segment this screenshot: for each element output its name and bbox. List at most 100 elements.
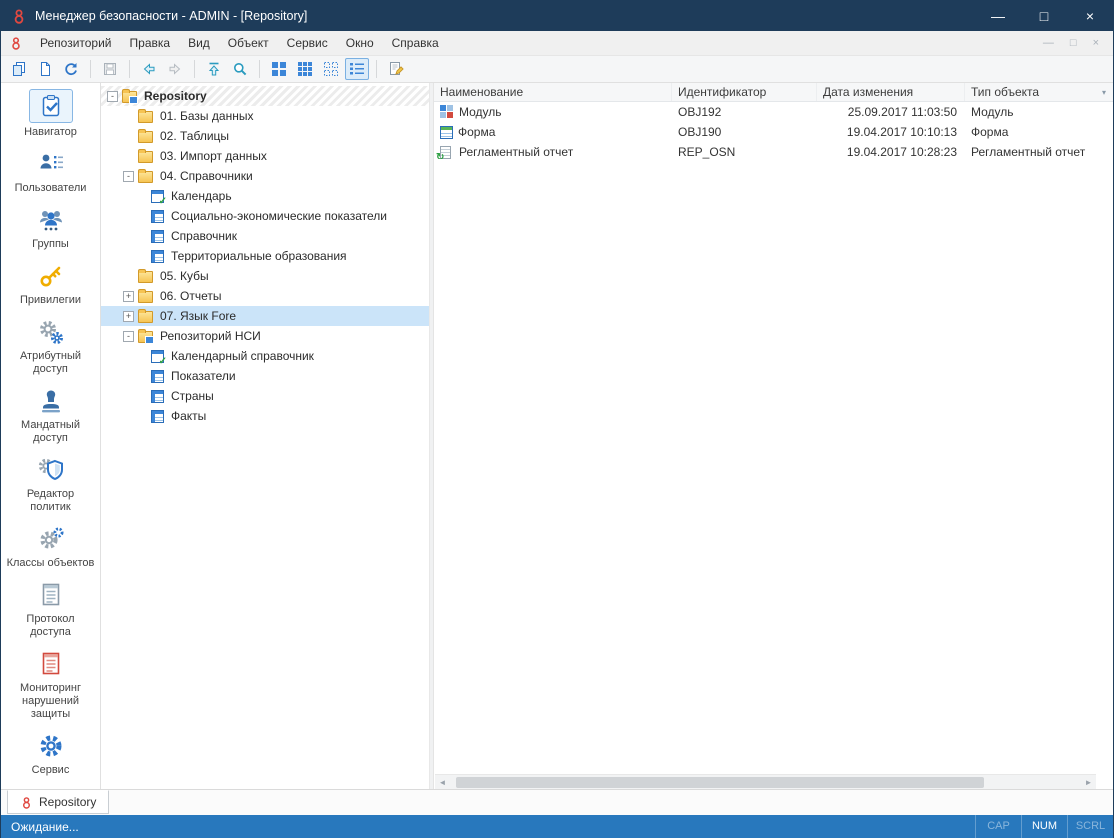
tree-item-indicators[interactable]: Показатели xyxy=(101,366,429,386)
tree-item-territorial-entities[interactable]: Территориальные образования xyxy=(101,246,429,266)
search-icon xyxy=(234,63,247,76)
cell-modified-date: 25.09.2017 11:03:50 xyxy=(847,105,957,119)
forward-button[interactable] xyxy=(163,58,187,80)
mdi-restore-button[interactable]: □ xyxy=(1070,37,1077,49)
tree-item-reports[interactable]: + 06. Отчеты xyxy=(101,286,429,306)
nsi-repository-icon xyxy=(138,329,154,344)
save-button[interactable] xyxy=(98,58,122,80)
scroll-right-icon[interactable]: ► xyxy=(1081,775,1096,790)
tree-item-calendar[interactable]: Календарь xyxy=(101,186,429,207)
tree-item-data-import[interactable]: 03. Импорт данных xyxy=(101,146,429,166)
collapse-icon[interactable]: - xyxy=(107,90,118,102)
sidebar-item-users[interactable]: Пользователи xyxy=(7,149,95,195)
folder-icon xyxy=(138,309,153,323)
sidebar-item-mandatory-access[interactable]: Мандатный доступ xyxy=(7,386,95,445)
large-icons-view-button[interactable] xyxy=(267,58,291,80)
tree-item-cubes[interactable]: 05. Кубы xyxy=(101,266,429,286)
menu-view[interactable]: Вид xyxy=(179,32,219,54)
collapse-icon[interactable]: - xyxy=(123,170,134,182)
collapse-icon[interactable]: - xyxy=(123,330,134,342)
column-header-name[interactable]: Наименование xyxy=(434,83,672,101)
scroll-left-icon[interactable]: ◄ xyxy=(435,775,450,790)
scrollbar-thumb[interactable] xyxy=(456,777,984,788)
table-row[interactable]: Регламентный отчет REP_OSN 19.04.2017 10… xyxy=(434,142,1113,162)
tree-item-fore-language[interactable]: + 07. Язык Fore xyxy=(101,306,429,326)
dictionary-icon xyxy=(151,369,164,383)
back-button[interactable] xyxy=(137,58,161,80)
sidebar-item-service[interactable]: Сервис xyxy=(7,731,95,777)
tree-item-label: Репозиторий НСИ xyxy=(160,329,261,343)
tree-item-facts[interactable]: Факты xyxy=(101,406,429,426)
menu-repository[interactable]: Репозиторий xyxy=(31,32,121,54)
tree-item-nsi-repository[interactable]: - Репозиторий НСИ xyxy=(101,326,429,346)
sidebar-item-policy-editor[interactable]: Редактор политик xyxy=(7,455,95,514)
sidebar-item-label: Классы объектов xyxy=(6,557,95,569)
sidebar-item-navigator[interactable]: Навигатор xyxy=(7,89,95,139)
table-row[interactable]: Форма OBJ190 19.04.2017 10:10:13 Форма xyxy=(434,122,1113,142)
cell-object-type: Форма xyxy=(971,125,1009,139)
object-classes-icon xyxy=(33,524,69,554)
tree-item-tables[interactable]: 02. Таблицы xyxy=(101,126,429,146)
open-object-button[interactable] xyxy=(33,58,57,80)
sidebar-item-label: Навигатор xyxy=(24,126,77,138)
tree-item-socioeconomic-indicators[interactable]: Социально-экономические показатели xyxy=(101,206,429,226)
service-gear-icon xyxy=(33,731,69,761)
main-content: Навигатор Пользователи Группы Привилегии… xyxy=(1,83,1113,789)
large-icons-view-icon xyxy=(272,62,286,76)
sidebar-item-label: Редактор политик xyxy=(26,488,75,513)
maximize-button[interactable]: □ xyxy=(1021,1,1067,31)
sidebar-item-access-protocol[interactable]: Протокол доступа xyxy=(7,580,95,639)
statusbar: Ожидание... CAP NUM SCRL xyxy=(1,815,1113,838)
close-button[interactable]: × xyxy=(1067,1,1113,31)
sidebar-item-attribute-access[interactable]: Атрибутный доступ xyxy=(7,317,95,376)
violation-monitoring-icon xyxy=(33,649,69,679)
menu-edit[interactable]: Правка xyxy=(121,32,180,54)
menu-service[interactable]: Сервис xyxy=(278,32,337,54)
mdi-minimize-button[interactable]: — xyxy=(1043,37,1054,49)
go-to-top-button[interactable] xyxy=(202,58,226,80)
column-filter-icon[interactable]: ▾ xyxy=(1097,86,1111,100)
table-row[interactable]: Модуль OBJ192 25.09.2017 11:03:50 Модуль xyxy=(434,102,1113,122)
menu-object[interactable]: Объект xyxy=(219,32,278,54)
repository-folder-icon xyxy=(122,89,138,104)
search-button[interactable] xyxy=(228,58,252,80)
expand-icon[interactable]: + xyxy=(123,290,134,302)
sidebar-item-privileges[interactable]: Привилегии xyxy=(7,261,95,307)
mdi-close-button[interactable]: × xyxy=(1093,37,1099,49)
sidebar-item-groups[interactable]: Группы xyxy=(7,205,95,251)
sidebar-item-label: Мандатный доступ xyxy=(21,419,80,444)
tree-item-label: 05. Кубы xyxy=(160,269,209,283)
tree-item-calendar-dictionary[interactable]: Календарный справочник xyxy=(101,346,429,367)
refresh-button[interactable] xyxy=(59,58,83,80)
column-header-modified-date[interactable]: Дата изменения xyxy=(817,83,965,101)
sidebar-item-object-classes[interactable]: Классы объектов xyxy=(7,524,95,570)
minimize-button[interactable]: — xyxy=(975,1,1021,31)
object-list-panel: Наименование Идентификатор Дата изменени… xyxy=(434,83,1113,789)
new-object-button[interactable] xyxy=(7,58,31,80)
column-header-identifier[interactable]: Идентификатор xyxy=(672,83,817,101)
expand-icon[interactable]: + xyxy=(123,310,134,322)
tree-item-dictionaries[interactable]: - 04. Справочники xyxy=(101,166,429,186)
tree-item-label: Социально-экономические показатели xyxy=(171,209,387,223)
tree-item-dictionary[interactable]: Справочник xyxy=(101,226,429,246)
small-icons-view-button[interactable] xyxy=(293,58,317,80)
tree-item-label: Календарь xyxy=(171,189,232,203)
scroll-lock-indicator: SCRL xyxy=(1067,815,1113,838)
column-header-object-type[interactable]: Тип объекта xyxy=(965,83,1113,101)
tab-repository[interactable]: Repository xyxy=(7,790,110,814)
menu-help[interactable]: Справка xyxy=(383,32,448,54)
tree-item-repository[interactable]: - Repository xyxy=(101,86,429,106)
horizontal-scrollbar[interactable]: ◄ ► xyxy=(435,774,1096,789)
tree-item-countries[interactable]: Страны xyxy=(101,386,429,406)
edit-note-button[interactable] xyxy=(384,58,408,80)
tree-item-databases[interactable]: 01. Базы данных xyxy=(101,106,429,126)
mandatory-access-stamp-icon xyxy=(33,386,69,416)
module-icon xyxy=(440,105,454,119)
tree-item-label: 04. Справочники xyxy=(160,169,253,183)
new-object-icon xyxy=(13,62,25,76)
list-view-button[interactable] xyxy=(319,58,343,80)
details-view-button[interactable] xyxy=(345,58,369,80)
menu-window[interactable]: Окно xyxy=(337,32,383,54)
form-icon xyxy=(440,125,453,139)
sidebar-item-violation-monitoring[interactable]: Мониторинг нарушений защиты xyxy=(7,649,95,721)
